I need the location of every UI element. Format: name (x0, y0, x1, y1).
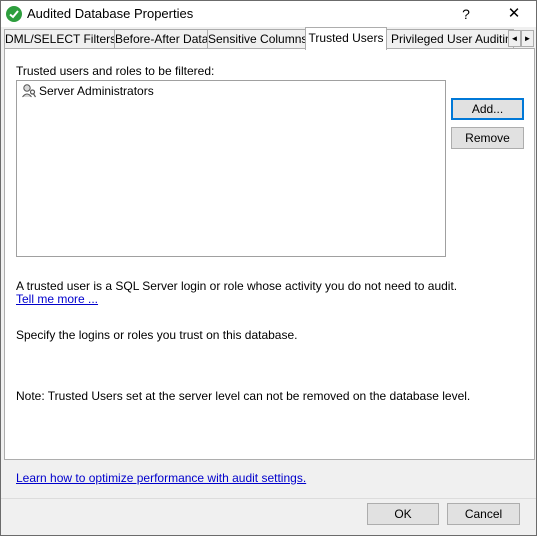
add-button[interactable]: Add... (451, 98, 524, 120)
close-button[interactable]: ✕ (500, 3, 528, 25)
help-button[interactable]: ? (453, 3, 479, 25)
optimize-performance-link[interactable]: Learn how to optimize performance with a… (16, 471, 306, 485)
tab-strip: DML/SELECT Filters Before-After Data Sen… (4, 27, 534, 50)
tab-sensitive-columns[interactable]: Sensitive Columns (207, 29, 306, 49)
trusted-users-list[interactable]: Server Administrators (16, 80, 446, 257)
trusted-users-panel: Trusted users and roles to be filtered: … (4, 48, 535, 460)
title-bar: Audited Database Properties ? ✕ (1, 1, 536, 27)
window-title: Audited Database Properties (27, 6, 194, 21)
user-key-icon (21, 83, 37, 99)
check-icon (6, 6, 22, 22)
dialog-window: Audited Database Properties ? ✕ DML/SELE… (0, 0, 537, 536)
tab-dml-select-filters[interactable]: DML/SELECT Filters (4, 29, 115, 49)
list-item[interactable]: Server Administrators (21, 83, 154, 99)
cancel-button[interactable]: Cancel (447, 503, 520, 525)
trusted-description: A trusted user is a SQL Server login or … (16, 279, 458, 293)
tab-trusted-users[interactable]: Trusted Users (305, 27, 387, 50)
tab-before-after-data[interactable]: Before-After Data (114, 29, 208, 49)
tab-scroll-right-button[interactable]: ► (521, 30, 534, 47)
tab-scroll-left-button[interactable]: ◄ (508, 30, 521, 47)
list-item-label: Server Administrators (39, 84, 154, 98)
trusted-list-label: Trusted users and roles to be filtered: (16, 64, 215, 78)
ok-button[interactable]: OK (367, 503, 439, 525)
footer-divider (1, 498, 536, 499)
tell-me-more-link[interactable]: Tell me more ... (16, 292, 98, 306)
tab-privileged-user-auditing[interactable]: Privileged User Auditing (386, 29, 514, 49)
specify-text: Specify the logins or roles you trust on… (16, 328, 298, 342)
note-text: Note: Trusted Users set at the server le… (16, 389, 471, 403)
remove-button[interactable]: Remove (451, 127, 524, 149)
